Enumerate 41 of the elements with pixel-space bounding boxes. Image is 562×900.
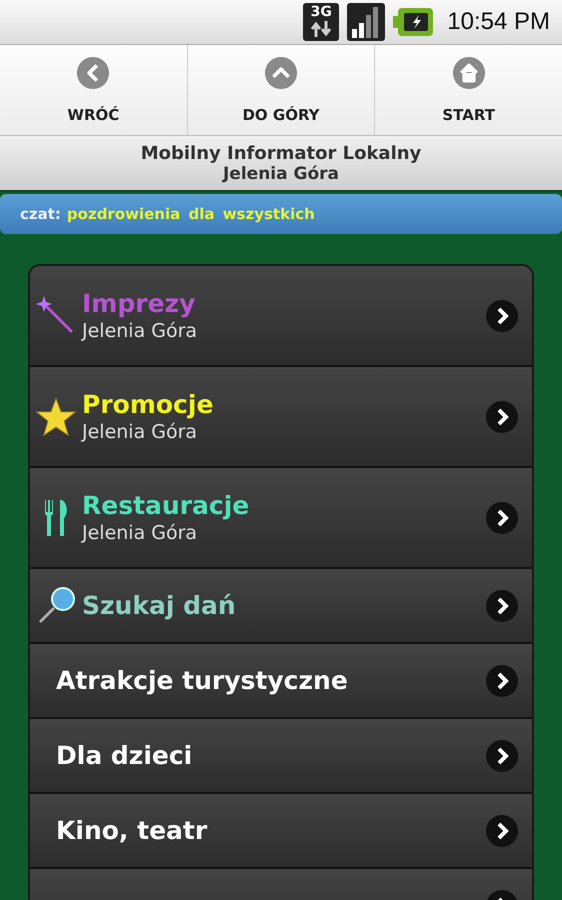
menu-item-title: Szukaj dań — [82, 591, 237, 620]
chevron-icon — [486, 664, 518, 696]
magic-wand-icon — [36, 296, 76, 336]
menu-item-title: Promocje — [82, 390, 214, 419]
clock: 10:54 PM — [447, 8, 550, 36]
menu-item[interactable]: Restauracje Jelenia Góra — [30, 468, 532, 569]
menu-item-title: Dla dzieci — [56, 741, 194, 770]
menu-item[interactable]: Atrakcje turystyczne — [30, 644, 532, 719]
nav-button[interactable]: DO GÓRY — [188, 45, 376, 135]
chevron-icon — [486, 502, 518, 534]
back-icon — [76, 56, 110, 90]
chevron-icon — [486, 590, 518, 622]
menu-item-subtitle: Jelenia Góra — [82, 421, 198, 443]
menu-item-title: Restauracje — [82, 491, 250, 520]
nav-button[interactable]: WRÓĆ — [0, 45, 188, 135]
menu-item[interactable]: Dla dzieci — [30, 719, 532, 794]
menu-item-subtitle: Jelenia Góra — [82, 522, 198, 544]
magnifier-icon — [36, 586, 76, 626]
app-title: Mobilny Informator Lokalny — [140, 142, 422, 164]
home-icon — [452, 56, 486, 90]
chat-label: czat: — [20, 205, 61, 223]
menu-item-title: Kino, teatr — [56, 816, 208, 845]
menu-item[interactable]: Kino, teatr — [30, 794, 532, 869]
chevron-icon — [486, 740, 518, 772]
chevron-icon — [486, 400, 518, 432]
menu-item-subtitle: Jelenia Góra — [82, 320, 198, 342]
chevron-icon — [486, 300, 518, 332]
menu-item[interactable]: Promocje Jelenia Góra — [30, 367, 532, 468]
star-icon — [36, 396, 76, 436]
chevron-icon — [486, 814, 518, 846]
mobile-data-icon: 3G — [303, 3, 340, 41]
chat-message: pozdrowienia dla wszystkich — [66, 205, 315, 223]
menu-item[interactable]: Szukaj dań — [30, 569, 532, 644]
menu-item-title: Imprezy — [82, 289, 196, 318]
battery-icon — [393, 8, 434, 36]
city-subtitle: Jelenia Góra — [222, 164, 340, 184]
menu-item-title: Atrakcje turystyczne — [56, 666, 349, 695]
signal-icon — [347, 3, 386, 41]
up-icon — [264, 56, 298, 90]
nav-button[interactable]: START — [375, 45, 562, 135]
menu-item[interactable]: Imprezy Jelenia Góra — [30, 266, 532, 367]
